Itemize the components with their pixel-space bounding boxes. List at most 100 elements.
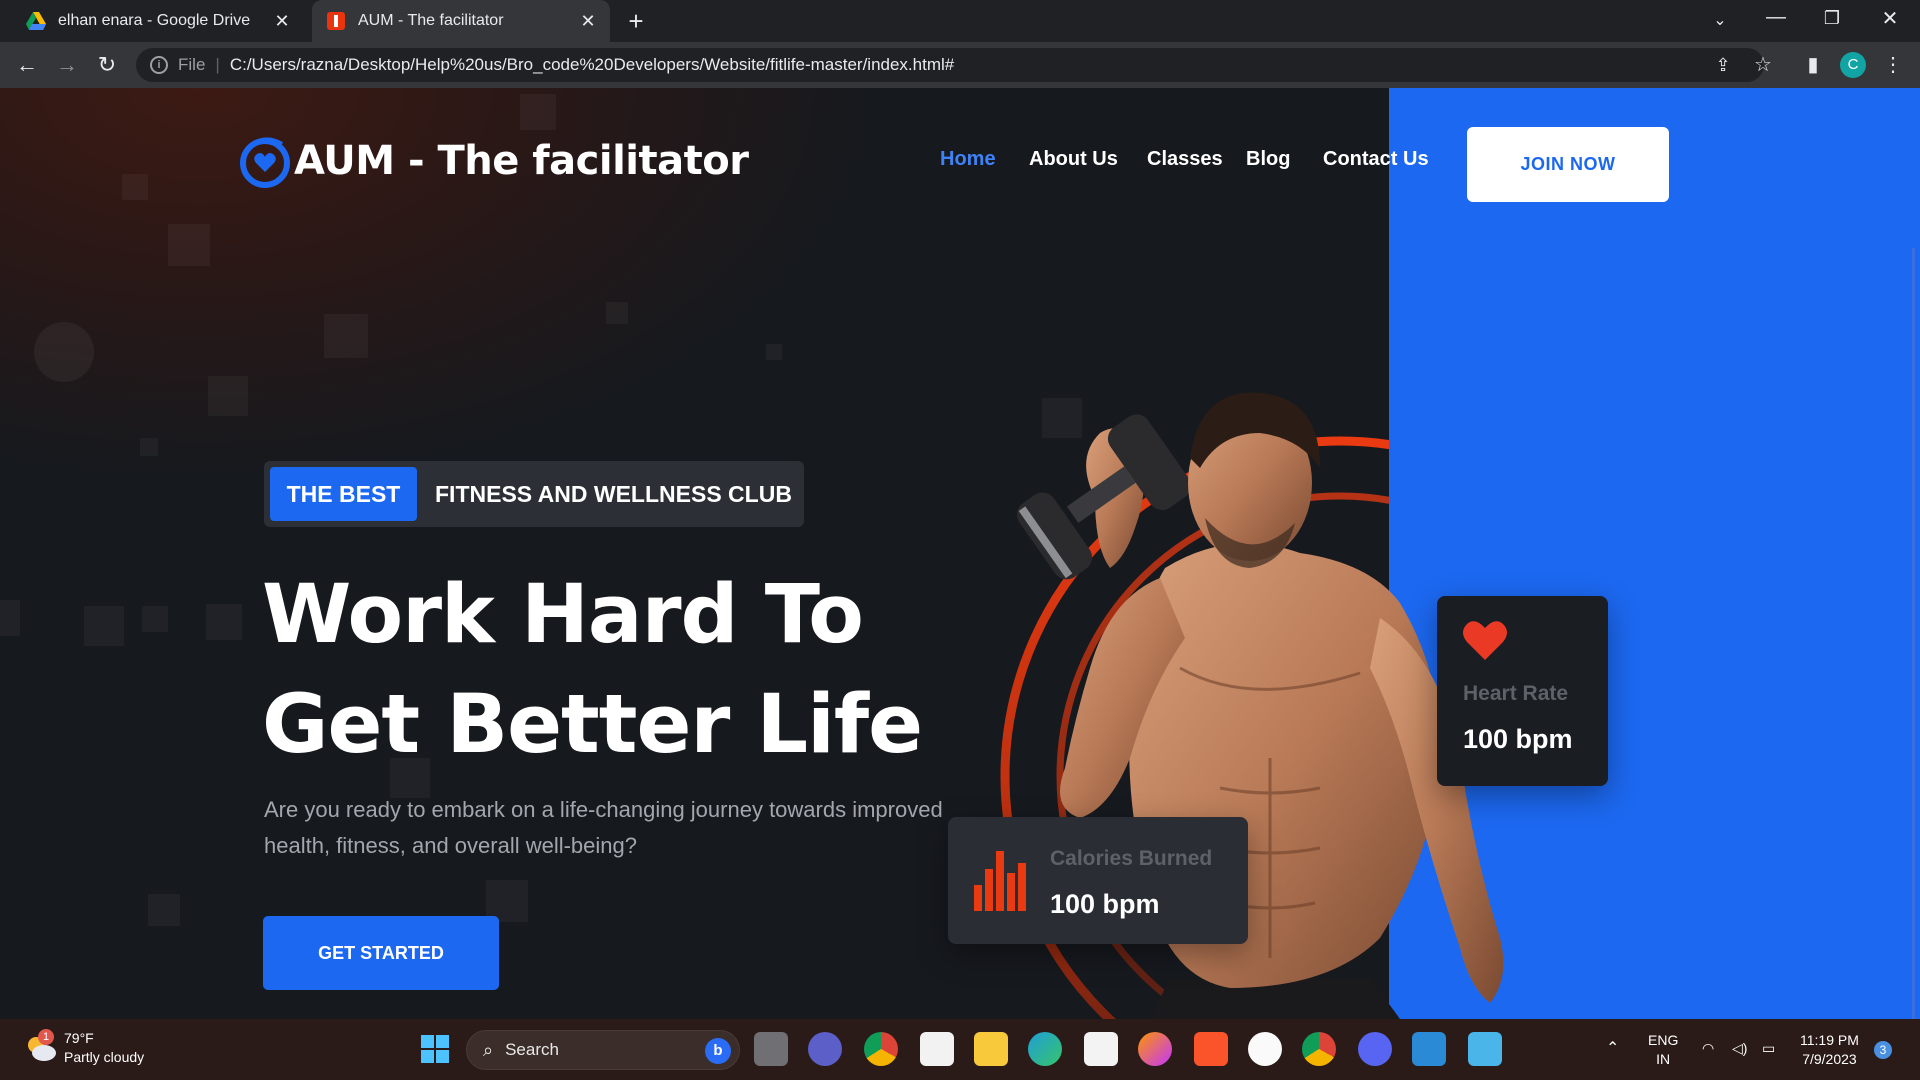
start-icon[interactable] bbox=[418, 1032, 452, 1066]
calories-card: Calories Burned 100 bpm bbox=[948, 817, 1248, 944]
chrome-icon[interactable] bbox=[864, 1032, 898, 1066]
close-tab-icon[interactable]: ✕ bbox=[272, 11, 292, 31]
site-info-icon[interactable]: i bbox=[150, 56, 168, 74]
badge-text: FITNESS AND WELLNESS CLUB bbox=[435, 480, 792, 507]
show-hidden-icons[interactable]: ⌃ bbox=[1606, 1039, 1619, 1058]
bg-square bbox=[0, 600, 20, 636]
heart-icon bbox=[1461, 618, 1509, 667]
bg-square bbox=[122, 174, 148, 200]
url-separator: | bbox=[215, 55, 220, 74]
calories-label: Calories Burned bbox=[1050, 847, 1213, 870]
google-drive-icon bbox=[26, 11, 46, 31]
bg-square bbox=[168, 224, 210, 266]
nav-about-us[interactable]: About Us bbox=[1029, 148, 1118, 171]
nav-home[interactable]: Home bbox=[940, 148, 996, 171]
firefox-icon[interactable] bbox=[1138, 1032, 1172, 1066]
weather-widget[interactable]: 1 79°F Partly cloudy bbox=[24, 1029, 144, 1067]
tab-title: AUM - The facilitator bbox=[358, 12, 504, 29]
menu-kebab-icon[interactable]: ⋮ bbox=[1880, 52, 1906, 78]
weather-condition: Partly cloudy bbox=[64, 1049, 145, 1065]
clock[interactable]: 11:19 PM 7/9/2023 bbox=[1800, 1031, 1859, 1069]
nav-classes[interactable]: Classes bbox=[1147, 148, 1223, 171]
bg-square bbox=[606, 302, 628, 324]
close-window-icon[interactable]: ✕ bbox=[1870, 6, 1910, 31]
language-indicator[interactable]: ENG IN bbox=[1648, 1031, 1678, 1069]
hero-description: Are you ready to embark on a life-changi… bbox=[264, 797, 943, 858]
discord-icon[interactable] bbox=[1358, 1032, 1392, 1066]
bar-chart-icon bbox=[974, 851, 1026, 916]
forward-icon[interactable]: → bbox=[52, 50, 82, 80]
logo-heart-icon bbox=[236, 132, 294, 190]
tab-google-drive[interactable]: elhan enara - Google Drive ✕ bbox=[12, 0, 304, 42]
hero-badge: THE BEST FITNESS AND WELLNESS CLUB bbox=[264, 461, 804, 527]
join-now-button[interactable]: JOIN NOW bbox=[1467, 127, 1669, 202]
brand-name: AUM - The facilitator bbox=[294, 138, 749, 184]
partly-cloudy-icon: 1 bbox=[24, 1029, 58, 1063]
close-tab-icon[interactable]: ✕ bbox=[578, 11, 598, 31]
bg-square bbox=[206, 604, 242, 640]
calendar-app-icon[interactable] bbox=[920, 1032, 954, 1066]
clock-time: 11:19 PM bbox=[1800, 1032, 1859, 1048]
bg-square bbox=[140, 438, 158, 456]
bg-square bbox=[520, 94, 556, 130]
store-icon[interactable] bbox=[1084, 1032, 1118, 1066]
notification-badge[interactable]: 3 bbox=[1874, 1041, 1892, 1059]
restore-icon[interactable]: ❐ bbox=[1812, 8, 1852, 29]
weather-alert-badge: 1 bbox=[38, 1029, 54, 1045]
bg-square bbox=[324, 314, 368, 358]
bg-square bbox=[84, 606, 124, 646]
bg-square bbox=[766, 344, 782, 360]
nav-blog[interactable]: Blog bbox=[1246, 148, 1290, 171]
back-icon[interactable]: ← bbox=[12, 50, 42, 80]
get-started-button[interactable]: GET STARTED bbox=[263, 916, 499, 990]
minimize-icon[interactable]: — bbox=[1756, 6, 1796, 29]
bookmark-star-icon[interactable]: ☆ bbox=[1750, 52, 1776, 78]
clock-date: 7/9/2023 bbox=[1802, 1051, 1857, 1067]
nav-contact-us[interactable]: Contact Us bbox=[1323, 148, 1429, 171]
battery-icon[interactable]: ▭ bbox=[1762, 1039, 1775, 1058]
url-text[interactable]: C:/Users/razna/Desktop/Help%20us/Bro_cod… bbox=[230, 55, 954, 75]
bg-square bbox=[142, 606, 168, 632]
browser-toolbar: ← → ↻ i File | C:/Users/razna/Desktop/He… bbox=[0, 42, 1920, 88]
bg-circle bbox=[34, 322, 94, 382]
region-code: IN bbox=[1656, 1051, 1671, 1067]
vscode-icon[interactable] bbox=[1412, 1032, 1446, 1066]
site-logo[interactable]: AUM - The facilitator bbox=[236, 132, 749, 190]
tab-strip: elhan enara - Google Drive ✕ AUM - The f… bbox=[0, 0, 1920, 42]
search-placeholder: Search bbox=[505, 1040, 559, 1059]
bing-icon: b bbox=[705, 1038, 731, 1064]
badge-highlight: THE BEST bbox=[270, 467, 417, 521]
page-scrollbar[interactable] bbox=[1912, 248, 1915, 1019]
tab-aum[interactable]: AUM - The facilitator ✕ bbox=[312, 0, 610, 42]
calories-value: 100 bpm bbox=[1050, 889, 1160, 919]
address-bar[interactable]: i File | C:/Users/razna/Desktop/Help%20u… bbox=[136, 48, 1764, 82]
taskbar-search[interactable]: ⌕ Search b bbox=[466, 1030, 740, 1070]
reload-icon[interactable]: ↻ bbox=[92, 50, 122, 80]
file-explorer-icon[interactable] bbox=[974, 1032, 1008, 1066]
notepad-icon[interactable] bbox=[1468, 1032, 1502, 1066]
web-page: AUM - The facilitator Home About Us Clas… bbox=[0, 88, 1920, 1019]
heart-rate-label: Heart Rate bbox=[1463, 682, 1569, 705]
edge-icon[interactable] bbox=[1028, 1032, 1062, 1066]
lang-code: ENG bbox=[1648, 1032, 1679, 1048]
search-icon: ⌕ bbox=[483, 1039, 494, 1060]
volume-icon[interactable]: ◁) bbox=[1732, 1039, 1747, 1058]
side-panel-icon[interactable]: ▮ bbox=[1800, 52, 1826, 78]
new-tab-icon[interactable]: + bbox=[622, 8, 650, 36]
itunes-icon[interactable] bbox=[1248, 1032, 1282, 1066]
tab-title: elhan enara - Google Drive bbox=[58, 12, 251, 29]
teams-icon[interactable] bbox=[808, 1032, 842, 1066]
chrome-active-icon[interactable] bbox=[1302, 1032, 1336, 1066]
tab-search-icon[interactable]: ⌄ bbox=[1700, 10, 1740, 30]
bg-square bbox=[148, 894, 180, 926]
share-icon[interactable]: ⇪ bbox=[1710, 52, 1736, 78]
wifi-icon[interactable]: ◠ bbox=[1702, 1039, 1714, 1058]
weather-temp: 79°F bbox=[64, 1030, 94, 1046]
heart-rate-value: 100 bpm bbox=[1463, 724, 1573, 754]
url-scheme: File bbox=[178, 55, 206, 74]
bg-square bbox=[208, 376, 248, 416]
profile-avatar[interactable]: C bbox=[1840, 52, 1866, 78]
task-view-icon[interactable] bbox=[754, 1032, 788, 1066]
brave-icon[interactable] bbox=[1194, 1032, 1228, 1066]
site-favicon bbox=[326, 11, 346, 31]
